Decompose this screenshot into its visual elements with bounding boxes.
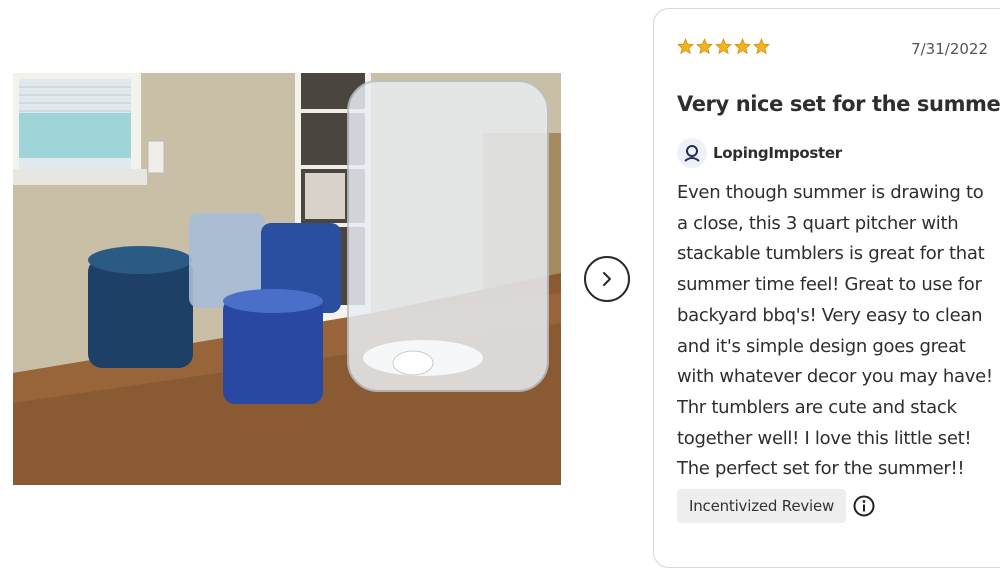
star-rating bbox=[677, 38, 770, 55]
info-button[interactable] bbox=[852, 494, 875, 517]
chevron-right-icon bbox=[603, 272, 611, 286]
star-icon bbox=[696, 38, 713, 55]
star-icon bbox=[753, 38, 770, 55]
incentivized-badge: Incentivized Review bbox=[677, 489, 847, 523]
review-body: Even though summer is drawing to a close… bbox=[677, 182, 993, 480]
user-icon bbox=[684, 145, 700, 162]
review-photo[interactable] bbox=[13, 73, 561, 485]
review-title: Very nice set for the summer bbox=[677, 92, 1000, 116]
star-icon bbox=[734, 38, 751, 55]
review-date: 7/31/2022 bbox=[911, 40, 988, 58]
next-image-button[interactable] bbox=[584, 256, 630, 302]
review-author: LopingImposter bbox=[677, 138, 842, 168]
star-icon bbox=[677, 38, 694, 55]
author-name: LopingImposter bbox=[713, 144, 842, 162]
review-photo-image bbox=[13, 73, 561, 485]
info-icon bbox=[853, 495, 874, 516]
avatar bbox=[677, 138, 707, 168]
star-icon bbox=[715, 38, 732, 55]
